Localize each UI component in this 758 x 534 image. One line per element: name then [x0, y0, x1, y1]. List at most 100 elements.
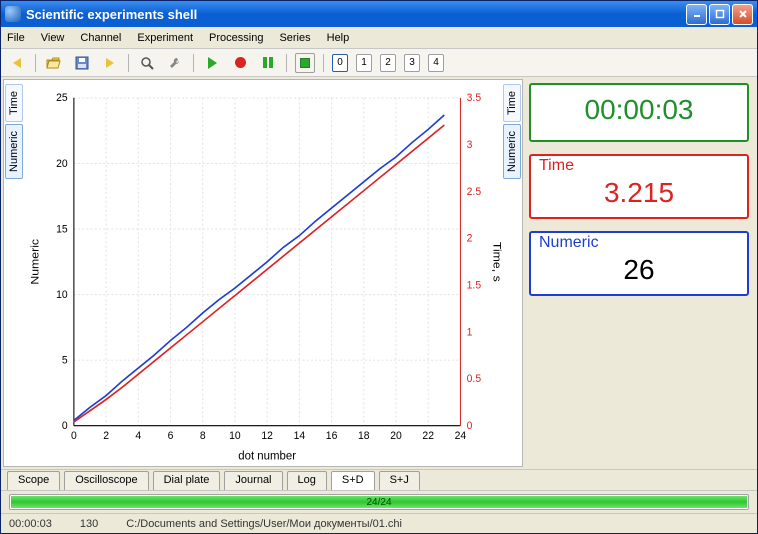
wrench-icon	[168, 56, 182, 70]
titlebar[interactable]: Scientific experiments shell	[1, 1, 757, 27]
save-button[interactable]	[72, 53, 92, 73]
page-button-3[interactable]: 3	[404, 54, 420, 72]
app-window: Scientific experiments shell File View C…	[0, 0, 758, 534]
page-button-0[interactable]: 0	[332, 54, 348, 72]
vtab-left-time[interactable]: Time	[5, 84, 23, 122]
menu-experiment[interactable]: Experiment	[137, 32, 193, 44]
svg-text:Numeric: Numeric	[28, 239, 41, 285]
zoom-button[interactable]	[137, 53, 157, 73]
folder-open-icon	[46, 56, 62, 70]
svg-text:Time, s: Time, s	[491, 242, 502, 282]
line-chart: 024681012141618202224051015202500.511.52…	[24, 80, 502, 466]
menu-file[interactable]: File	[7, 32, 25, 44]
tool-button[interactable]	[165, 53, 185, 73]
readout-clock-value: 00:00:03	[539, 89, 739, 132]
svg-text:6: 6	[168, 430, 174, 442]
toolbar: 0 1 2 3 4	[1, 49, 757, 77]
record-button[interactable]	[230, 53, 250, 73]
menu-series[interactable]: Series	[279, 32, 310, 44]
svg-text:2: 2	[103, 430, 109, 442]
tab-journal[interactable]: Journal	[224, 471, 282, 490]
bottom-tabs: Scope Oscilloscope Dial plate Journal Lo…	[1, 469, 757, 491]
svg-text:0.5: 0.5	[467, 373, 481, 385]
page-button-4[interactable]: 4	[428, 54, 444, 72]
menu-channel[interactable]: Channel	[80, 32, 121, 44]
floppy-icon	[75, 56, 89, 70]
readout-time: Time 3.215	[529, 154, 749, 219]
arrow-left-icon	[13, 58, 21, 68]
close-button[interactable]	[732, 4, 753, 25]
svg-text:2.5: 2.5	[467, 186, 481, 198]
svg-text:0: 0	[71, 430, 77, 442]
tab-oscilloscope[interactable]: Oscilloscope	[64, 471, 148, 490]
tab-dial-plate[interactable]: Dial plate	[153, 471, 221, 490]
svg-text:8: 8	[200, 430, 206, 442]
svg-text:2: 2	[467, 232, 473, 244]
stop-icon	[300, 58, 310, 68]
page-button-1[interactable]: 1	[356, 54, 372, 72]
tab-log[interactable]: Log	[287, 471, 327, 490]
svg-text:10: 10	[229, 430, 241, 442]
chart-panel: Time Numeric 024681012141618202224051015…	[3, 79, 523, 467]
magnifier-icon	[140, 56, 154, 70]
svg-text:4: 4	[135, 430, 141, 442]
progress-text: 24/24	[10, 495, 748, 509]
menubar: File View Channel Experiment Processing …	[1, 27, 757, 49]
back-button[interactable]	[7, 53, 27, 73]
open-button[interactable]	[44, 53, 64, 73]
tab-sd[interactable]: S+D	[331, 471, 375, 490]
stop-button[interactable]	[295, 53, 315, 73]
svg-text:25: 25	[56, 92, 68, 104]
vtab-right-numeric[interactable]: Numeric	[503, 124, 521, 179]
pause-button[interactable]	[258, 53, 278, 73]
menu-help[interactable]: Help	[327, 32, 350, 44]
svg-text:15: 15	[56, 223, 68, 235]
pause-icon	[263, 57, 273, 68]
readout-time-value: 3.215	[539, 177, 739, 209]
tab-sj[interactable]: S+J	[379, 471, 420, 490]
window-title: Scientific experiments shell	[26, 7, 197, 22]
svg-text:20: 20	[56, 157, 68, 169]
vtab-right-time[interactable]: Time	[503, 84, 521, 122]
status-path: C:/Documents and Settings/User/Мои докум…	[126, 518, 402, 530]
svg-text:16: 16	[326, 430, 338, 442]
app-icon	[5, 6, 21, 22]
tab-scope[interactable]: Scope	[7, 471, 60, 490]
progress-bar: 24/24	[1, 491, 757, 513]
svg-text:10: 10	[56, 289, 68, 301]
left-vertical-tabs: Time Numeric	[4, 80, 24, 466]
svg-text:14: 14	[294, 430, 306, 442]
play-icon	[208, 57, 217, 69]
chart-area[interactable]: 024681012141618202224051015202500.511.52…	[24, 80, 502, 466]
status-count: 130	[80, 518, 98, 530]
svg-text:24: 24	[455, 430, 467, 442]
maximize-button[interactable]	[709, 4, 730, 25]
readout-time-label: Time	[539, 157, 739, 175]
record-icon	[235, 57, 246, 68]
play-button[interactable]	[202, 53, 222, 73]
svg-text:5: 5	[62, 354, 68, 366]
minimize-button[interactable]	[686, 4, 707, 25]
svg-text:22: 22	[422, 430, 434, 442]
svg-text:18: 18	[358, 430, 370, 442]
menu-view[interactable]: View	[41, 32, 65, 44]
page-button-2[interactable]: 2	[380, 54, 396, 72]
svg-text:12: 12	[261, 430, 273, 442]
export-button[interactable]	[100, 53, 120, 73]
readout-panel: 00:00:03 Time 3.215 Numeric 26	[529, 79, 753, 467]
menu-processing[interactable]: Processing	[209, 32, 263, 44]
vtab-left-numeric[interactable]: Numeric	[5, 124, 23, 179]
statusbar: 00:00:03 130 C:/Documents and Settings/U…	[1, 513, 757, 533]
readout-numeric-value: 26	[539, 254, 739, 286]
svg-text:dot number: dot number	[238, 448, 296, 463]
arrow-right-icon	[106, 58, 114, 68]
readout-clock: 00:00:03	[529, 83, 749, 142]
status-time: 00:00:03	[9, 518, 52, 530]
svg-text:1: 1	[467, 326, 473, 338]
readout-numeric: Numeric 26	[529, 231, 749, 296]
readout-numeric-label: Numeric	[539, 234, 739, 252]
svg-text:1.5: 1.5	[467, 279, 481, 291]
svg-text:3: 3	[467, 139, 473, 151]
right-vertical-tabs: Time Numeric	[502, 80, 522, 466]
svg-text:0: 0	[62, 420, 68, 432]
